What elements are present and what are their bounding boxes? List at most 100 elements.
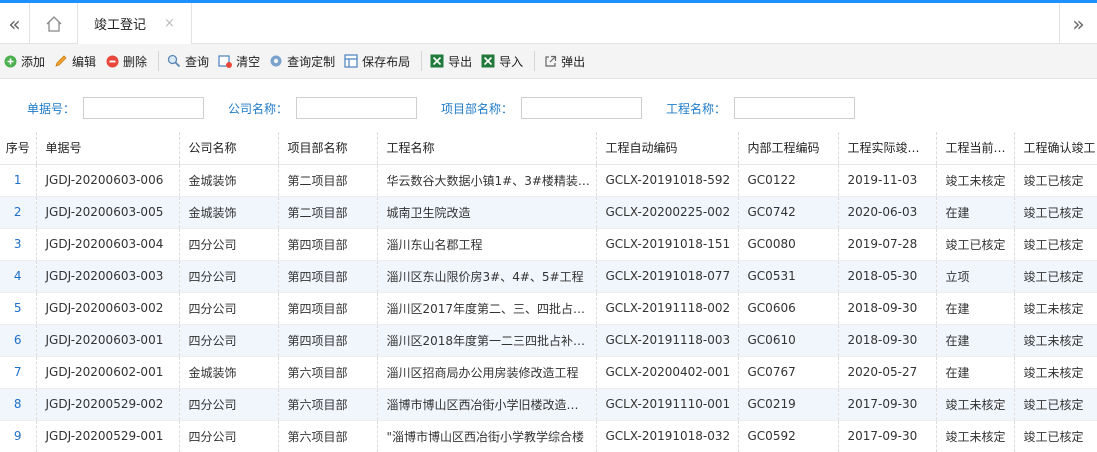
delete-icon [105, 54, 119, 68]
table-row[interactable]: 3 JGDJ-20200603-004 四分公司 第四项目部 淄川东山名郡工程 GCLX-… [0, 228, 1097, 261]
project-input[interactable] [734, 97, 856, 119]
cell-project-name: 淄川区招商局办公用房装修改造工程 [377, 356, 597, 389]
search-icon [167, 54, 181, 68]
cell-project-name: 淄川东山名郡工程 [377, 228, 597, 261]
cell-internal-code: GC0610 [738, 324, 839, 357]
cell-actual-completion: 2018-09-30 [838, 292, 937, 325]
close-icon[interactable]: × [164, 16, 175, 31]
col-header-dept[interactable]: 项目部名称 [278, 132, 378, 165]
export-button[interactable]: 导出 [430, 49, 477, 73]
home-tab[interactable] [30, 3, 78, 44]
cell-actual-completion: 2020-05-27 [838, 356, 937, 389]
query-button[interactable]: 查询 [167, 49, 214, 73]
cell-confirm-completion: 竣工未核定 [1014, 324, 1097, 357]
table-row[interactable]: 1 JGDJ-20200603-006 金城装饰 第二项目部 华云数谷大数据小镇1#、3… [0, 164, 1097, 197]
col-header-confirm-completion[interactable]: 工程确认竣工 [1014, 132, 1097, 165]
company-input[interactable] [296, 97, 418, 119]
cell-auto-code: GCLX-20191018-077 [596, 260, 739, 293]
col-header-actual-completion[interactable]: 工程实际竣… [838, 132, 937, 165]
popup-label: 弹出 [561, 54, 586, 69]
external-link-icon [543, 54, 557, 68]
cell-actual-completion: 2018-09-30 [838, 324, 937, 357]
import-button[interactable]: 导入 [481, 49, 528, 73]
cell-project-name: 城南卫生院改造 [377, 196, 597, 229]
dept-filter: 项目部名称： [441, 97, 643, 119]
cell-doc-no: JGDJ-20200602-001 [36, 356, 180, 389]
scroll-tabs-right-button[interactable]: » [1059, 3, 1097, 44]
cell-confirm-completion: 竣工已核定 [1014, 164, 1097, 197]
table-header-row: 序号 单据号 公司名称 项目部名称 工程名称 工程自动编码 内部工程编码 工程实… [0, 132, 1097, 165]
doc-no-input[interactable] [83, 97, 205, 119]
tab-label: 竣工登记 [94, 18, 147, 33]
table-row[interactable]: 6 JGDJ-20200603-001 四分公司 第四项目部 淄川区2018年度第一二三… [0, 324, 1097, 357]
cell-current-status: 在建 [936, 196, 1015, 229]
cell-dept: 第六项目部 [278, 420, 378, 452]
export-label: 导出 [448, 54, 473, 69]
col-header-internal-code[interactable]: 内部工程编码 [738, 132, 839, 165]
query-custom-label: 查询定制 [287, 54, 336, 69]
scroll-tabs-left-button[interactable]: « [0, 3, 30, 44]
save-layout-button[interactable]: 保存布局 [344, 49, 415, 73]
delete-button[interactable]: 删除 [105, 49, 152, 73]
cell-internal-code: GC0767 [738, 356, 839, 389]
cell-confirm-completion: 竣工已核定 [1014, 260, 1097, 293]
cell-current-status: 在建 [936, 292, 1015, 325]
cell-auto-code: GCLX-20191110-001 [596, 388, 739, 421]
cell-doc-no: JGDJ-20200603-004 [36, 228, 180, 261]
cell-company: 金城装饰 [179, 164, 279, 197]
table-row[interactable]: 9 JGDJ-20200529-001 四分公司 第六项目部 "淄博市博山区西冶街小学教… [0, 420, 1097, 452]
data-grid: 序号 单据号 公司名称 项目部名称 工程名称 工程自动编码 内部工程编码 工程实… [0, 132, 1097, 452]
clear-button[interactable]: 清空 [218, 49, 265, 73]
cell-confirm-completion: 竣工已核定 [1014, 420, 1097, 452]
popup-button[interactable]: 弹出 [543, 49, 590, 73]
cell-auto-code: GCLX-20191118-002 [596, 292, 739, 325]
cell-company: 四分公司 [179, 228, 279, 261]
col-header-doc-no[interactable]: 单据号 [36, 132, 180, 165]
import-label: 导入 [499, 54, 524, 69]
cell-index: 1 [0, 164, 37, 197]
excel-export-icon [430, 54, 444, 68]
gear-icon [269, 54, 283, 68]
table-row[interactable]: 8 JGDJ-20200529-002 四分公司 第六项目部 淄博市博山区西冶街小学旧楼… [0, 388, 1097, 421]
col-header-index[interactable]: 序号 [0, 132, 37, 165]
add-button[interactable]: 添加 [3, 49, 50, 73]
cell-auto-code: GCLX-20191018-592 [596, 164, 739, 197]
cell-index: 5 [0, 292, 37, 325]
cell-dept: 第四项目部 [278, 228, 378, 261]
col-header-auto-code[interactable]: 工程自动编码 [596, 132, 739, 165]
toolbar-divider [421, 51, 423, 71]
dept-label: 项目部名称： [441, 101, 514, 116]
cell-actual-completion: 2019-11-03 [838, 164, 937, 197]
company-label: 公司名称： [228, 101, 289, 116]
edit-label: 编辑 [72, 54, 97, 69]
cell-index: 4 [0, 260, 37, 293]
cell-actual-completion: 2019-07-28 [838, 228, 937, 261]
cell-current-status: 竣工未核定 [936, 164, 1015, 197]
cell-internal-code: GC0219 [738, 388, 839, 421]
table-row[interactable]: 2 JGDJ-20200603-005 金城装饰 第二项目部 城南卫生院改造 GCLX-2… [0, 196, 1097, 229]
table-row[interactable]: 4 JGDJ-20200603-003 四分公司 第四项目部 淄川区东山限价房3#、4#… [0, 260, 1097, 293]
cell-doc-no: JGDJ-20200603-005 [36, 196, 180, 229]
tab-completion-register[interactable]: 竣工登记 × [78, 3, 192, 44]
dept-input[interactable] [521, 97, 643, 119]
col-header-project-name[interactable]: 工程名称 [377, 132, 597, 165]
cell-project-name: 华云数谷大数据小镇1#、3#楼精装… [377, 164, 597, 197]
cell-current-status: 竣工已核定 [936, 228, 1015, 261]
table-row[interactable]: 7 JGDJ-20200602-001 金城装饰 第六项目部 淄川区招商局办公用房装修改… [0, 356, 1097, 389]
tab-bar: « 竣工登记 × » [0, 0, 1097, 44]
cell-confirm-completion: 竣工未核定 [1014, 292, 1097, 325]
cell-index: 6 [0, 324, 37, 357]
col-header-current-status[interactable]: 工程当前… [936, 132, 1015, 165]
edit-button[interactable]: 编辑 [54, 49, 101, 73]
col-header-company[interactable]: 公司名称 [179, 132, 279, 165]
double-chevron-left-icon: « [8, 11, 21, 36]
delete-label: 删除 [123, 54, 148, 69]
table-row[interactable]: 5 JGDJ-20200603-002 四分公司 第四项目部 淄川区2017年度第二、三… [0, 292, 1097, 325]
query-custom-button[interactable]: 查询定制 [269, 49, 340, 73]
cell-current-status: 在建 [936, 356, 1015, 389]
project-filter: 工程名称： [666, 97, 856, 119]
cell-company: 金城装饰 [179, 196, 279, 229]
cell-project-name: "淄博市博山区西冶街小学教学综合楼 [377, 420, 597, 452]
cell-current-status: 竣工未核定 [936, 420, 1015, 452]
cell-index: 3 [0, 228, 37, 261]
